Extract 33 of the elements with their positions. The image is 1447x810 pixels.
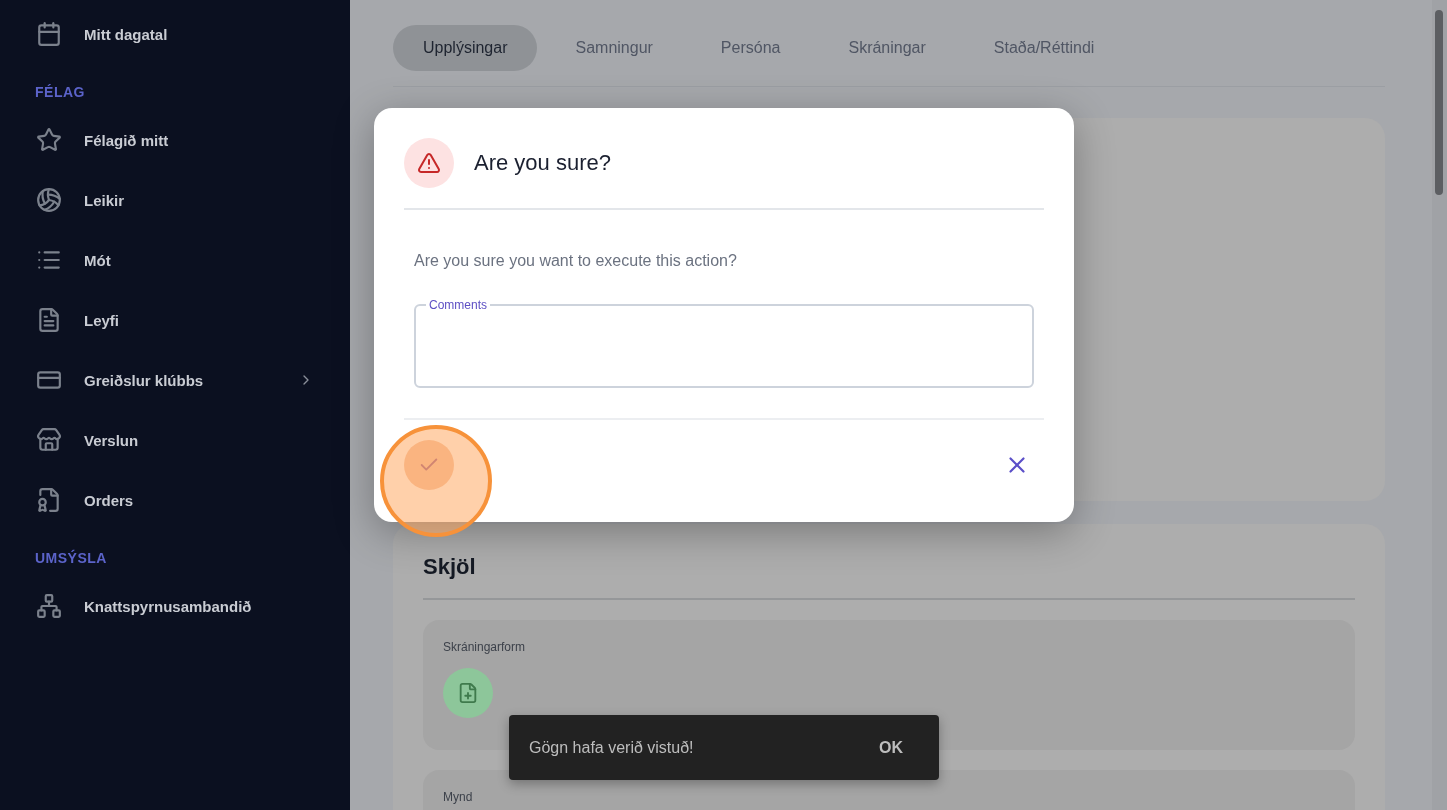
- nav-item[interactable]: Knattspyrnusambandið: [0, 576, 350, 636]
- nav-item[interactable]: Félagið mitt: [0, 110, 350, 170]
- snackbar-message: Gögn hafa verið vistuð!: [529, 738, 694, 757]
- calendar-icon: [36, 21, 62, 47]
- field-label: Mynd: [443, 790, 474, 804]
- confirm-button[interactable]: [404, 440, 454, 490]
- nav-item[interactable]: Leikir: [0, 170, 350, 230]
- card-title: Skjöl: [423, 554, 1355, 600]
- network-icon: [36, 593, 62, 619]
- snackbar-ok-button[interactable]: OK: [873, 737, 909, 758]
- store-icon: [36, 427, 62, 453]
- star-icon: [36, 127, 62, 153]
- document-icon: [36, 307, 62, 333]
- nav-item[interactable]: Leyfi: [0, 290, 350, 350]
- add-file-button[interactable]: [443, 668, 493, 718]
- dialog-message: Are you sure you want to execute this action?: [413, 251, 738, 271]
- comments-field[interactable]: Comments: [414, 298, 1034, 388]
- dialog-title: Are you sure?: [474, 150, 611, 176]
- ball-icon: [36, 187, 62, 213]
- section-header: FÉLAG: [34, 83, 86, 102]
- scrollbar[interactable]: [1432, 0, 1447, 810]
- nav-item[interactable]: Verslun: [0, 410, 350, 470]
- section-header: UMSÝSLA: [34, 548, 108, 568]
- nav-item[interactable]: Mitt dagatal: [0, 4, 350, 64]
- nav-item[interactable]: Mót: [0, 230, 350, 290]
- file-plus-icon: [457, 682, 479, 704]
- scrollbar-thumb[interactable]: [1435, 10, 1443, 195]
- nav-item[interactable]: Greiðslur klúbbs: [0, 350, 350, 410]
- nav-item[interactable]: Orders: [0, 470, 350, 530]
- field-label: Skráningarform: [443, 640, 527, 654]
- warning-icon: [404, 138, 454, 188]
- document-icon: [36, 487, 62, 513]
- tab[interactable]: Upplýsingar: [393, 25, 538, 71]
